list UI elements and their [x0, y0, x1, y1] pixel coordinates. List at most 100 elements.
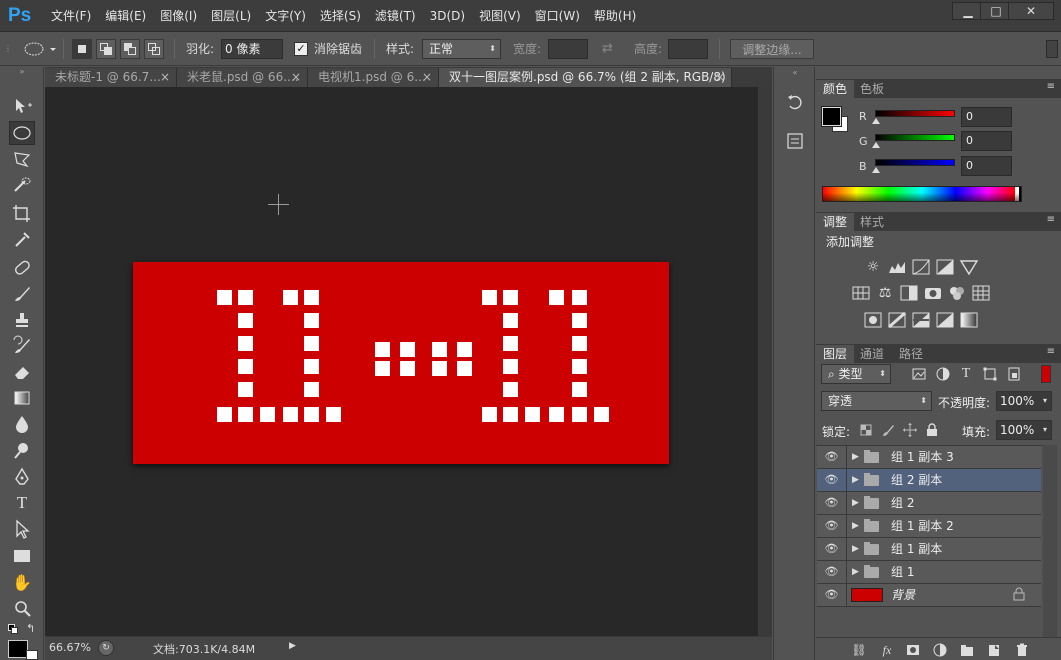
visibility-eye-icon[interactable]: 👁: [817, 561, 847, 583]
pen-tool-icon[interactable]: [9, 465, 35, 489]
color-lookup-icon[interactable]: [971, 284, 991, 302]
panel-menu-icon[interactable]: ≡: [1047, 346, 1055, 357]
close-icon[interactable]: ×: [422, 68, 432, 87]
clone-stamp-tool-icon[interactable]: [9, 308, 35, 332]
threshold-icon[interactable]: [911, 311, 931, 329]
tab-untitled-1[interactable]: 未标题-1 @ 66.7... ×: [45, 68, 177, 87]
color-balance-icon[interactable]: ⚖: [875, 284, 895, 302]
menu-type[interactable]: 文字(Y): [258, 0, 313, 32]
tab-paths[interactable]: 路径: [892, 345, 930, 363]
document-canvas[interactable]: [133, 262, 669, 464]
layer-row-selected[interactable]: 👁 ▶ 组 2 副本: [817, 469, 1041, 492]
menu-window[interactable]: 窗口(W): [528, 0, 587, 32]
hand-tool-icon[interactable]: ✋: [9, 571, 35, 595]
filter-smart-object-icon[interactable]: [1006, 366, 1022, 382]
dodge-tool-icon[interactable]: [9, 438, 35, 462]
tab-adjustments[interactable]: 调整: [816, 213, 855, 231]
expand-triangle-icon[interactable]: ▶: [852, 492, 859, 514]
layer-name[interactable]: 背景: [891, 584, 915, 606]
tab-swatches[interactable]: 色板: [853, 80, 891, 98]
default-colors-icon[interactable]: [8, 624, 20, 634]
zoom-tool-icon[interactable]: [9, 597, 35, 621]
healing-brush-tool-icon[interactable]: [9, 256, 35, 280]
visibility-eye-icon[interactable]: 👁: [817, 469, 847, 491]
posterize-icon[interactable]: [887, 311, 907, 329]
layer-name[interactable]: 组 2: [891, 492, 914, 514]
slider-knob[interactable]: [872, 142, 880, 148]
filter-pixel-icon[interactable]: [911, 366, 927, 382]
eraser-tool-icon[interactable]: [9, 360, 35, 384]
lock-all-icon[interactable]: [924, 422, 940, 438]
width-input[interactable]: [548, 39, 588, 59]
zoom-level[interactable]: 66.67%: [49, 641, 91, 654]
visibility-eye-icon[interactable]: 👁: [817, 492, 847, 514]
layer-filter-dropdown[interactable]: ⌕ 类型 ⬍: [821, 364, 891, 384]
panel-menu-icon[interactable]: ≡: [1047, 214, 1055, 225]
swap-colors-icon[interactable]: ↰: [26, 622, 35, 635]
layer-name[interactable]: 组 1 副本 3: [891, 446, 954, 468]
vibrance-icon[interactable]: [959, 258, 979, 276]
menu-3d[interactable]: 3D(D): [423, 0, 472, 32]
quick-selection-tool-icon[interactable]: [9, 173, 35, 197]
eyedropper-tool-icon[interactable]: [9, 227, 35, 251]
foreground-color-swatch[interactable]: [8, 640, 28, 658]
visibility-eye-icon[interactable]: 👁: [817, 538, 847, 560]
tab-double-eleven[interactable]: 双十一图层案例.psd @ 66.7% (组 2 副本, RGB/8) ×: [439, 68, 732, 87]
new-layer-icon[interactable]: [986, 642, 1002, 658]
selective-color-icon[interactable]: [935, 311, 955, 329]
new-selection-button[interactable]: [72, 39, 92, 59]
elliptical-marquee-tool-icon[interactable]: [9, 121, 35, 145]
intersect-selection-button[interactable]: [144, 39, 164, 59]
exposure-icon[interactable]: [935, 258, 955, 276]
close-icon[interactable]: ×: [715, 68, 725, 87]
tab-styles[interactable]: 样式: [853, 213, 891, 231]
layer-name[interactable]: 组 2 副本: [891, 469, 942, 491]
crop-tool-icon[interactable]: [9, 201, 35, 225]
foreground-color-swatch[interactable]: [821, 106, 842, 127]
background-color-swatch[interactable]: [26, 650, 38, 660]
properties-panel-icon[interactable]: [782, 129, 808, 153]
menu-view[interactable]: 视图(V): [472, 0, 528, 32]
layer-name[interactable]: 组 1: [891, 561, 914, 583]
tab-tv-1[interactable]: 电视机1.psd @ 6... ×: [308, 68, 439, 87]
collapse-arrows-icon[interactable]: «: [782, 67, 808, 79]
add-mask-icon[interactable]: [905, 642, 921, 658]
levels-icon[interactable]: [887, 258, 907, 276]
filter-toggle-switch[interactable]: [1041, 365, 1051, 383]
layer-row[interactable]: 👁 ▶ 组 1 副本: [817, 538, 1041, 561]
new-group-folder-icon[interactable]: [959, 642, 975, 658]
layer-row[interactable]: 👁 ▶ 组 1: [817, 561, 1041, 584]
curves-icon[interactable]: [911, 258, 931, 276]
subtract-from-selection-button[interactable]: [120, 39, 140, 59]
menu-help[interactable]: 帮助(H): [587, 0, 643, 32]
layer-name[interactable]: 组 1 副本: [891, 538, 942, 560]
menu-edit[interactable]: 编辑(E): [98, 0, 153, 32]
expand-triangle-icon[interactable]: ▶: [852, 538, 859, 560]
close-icon[interactable]: ×: [291, 68, 301, 87]
blur-tool-icon[interactable]: [9, 412, 35, 436]
gradient-map-icon[interactable]: [959, 311, 979, 329]
expand-triangle-icon[interactable]: ▶: [852, 469, 859, 491]
antialias-checkbox[interactable]: ✓: [294, 42, 308, 56]
expand-triangle-icon[interactable]: ▶: [852, 515, 859, 537]
tab-channels[interactable]: 通道: [853, 345, 891, 363]
feather-input[interactable]: 0 像素: [221, 39, 283, 59]
menu-file[interactable]: 文件(F): [44, 0, 98, 32]
menu-filter[interactable]: 滤镜(T): [368, 0, 423, 32]
blue-slider[interactable]: [875, 159, 955, 166]
expand-triangle-icon[interactable]: ▶: [852, 561, 859, 583]
fill-input[interactable]: 100% ▾: [996, 420, 1052, 440]
collapse-arrows-icon[interactable]: »: [9, 67, 35, 77]
brush-tool-icon[interactable]: [9, 282, 35, 306]
filter-type-icon[interactable]: T: [958, 366, 974, 382]
slider-knob[interactable]: [872, 167, 880, 173]
slider-knob[interactable]: [872, 118, 880, 124]
lock-transparent-pixels-icon[interactable]: [858, 422, 874, 438]
black-white-icon[interactable]: [899, 284, 919, 302]
layer-name[interactable]: 组 1 副本 2: [891, 515, 954, 537]
panel-menu-icon[interactable]: ≡: [1047, 81, 1055, 92]
green-slider[interactable]: [875, 134, 955, 141]
vertical-scrollbar[interactable]: [758, 87, 772, 636]
layer-row-background[interactable]: 👁 背景: [817, 584, 1041, 607]
swap-width-height-icon[interactable]: ⇄: [602, 39, 613, 59]
